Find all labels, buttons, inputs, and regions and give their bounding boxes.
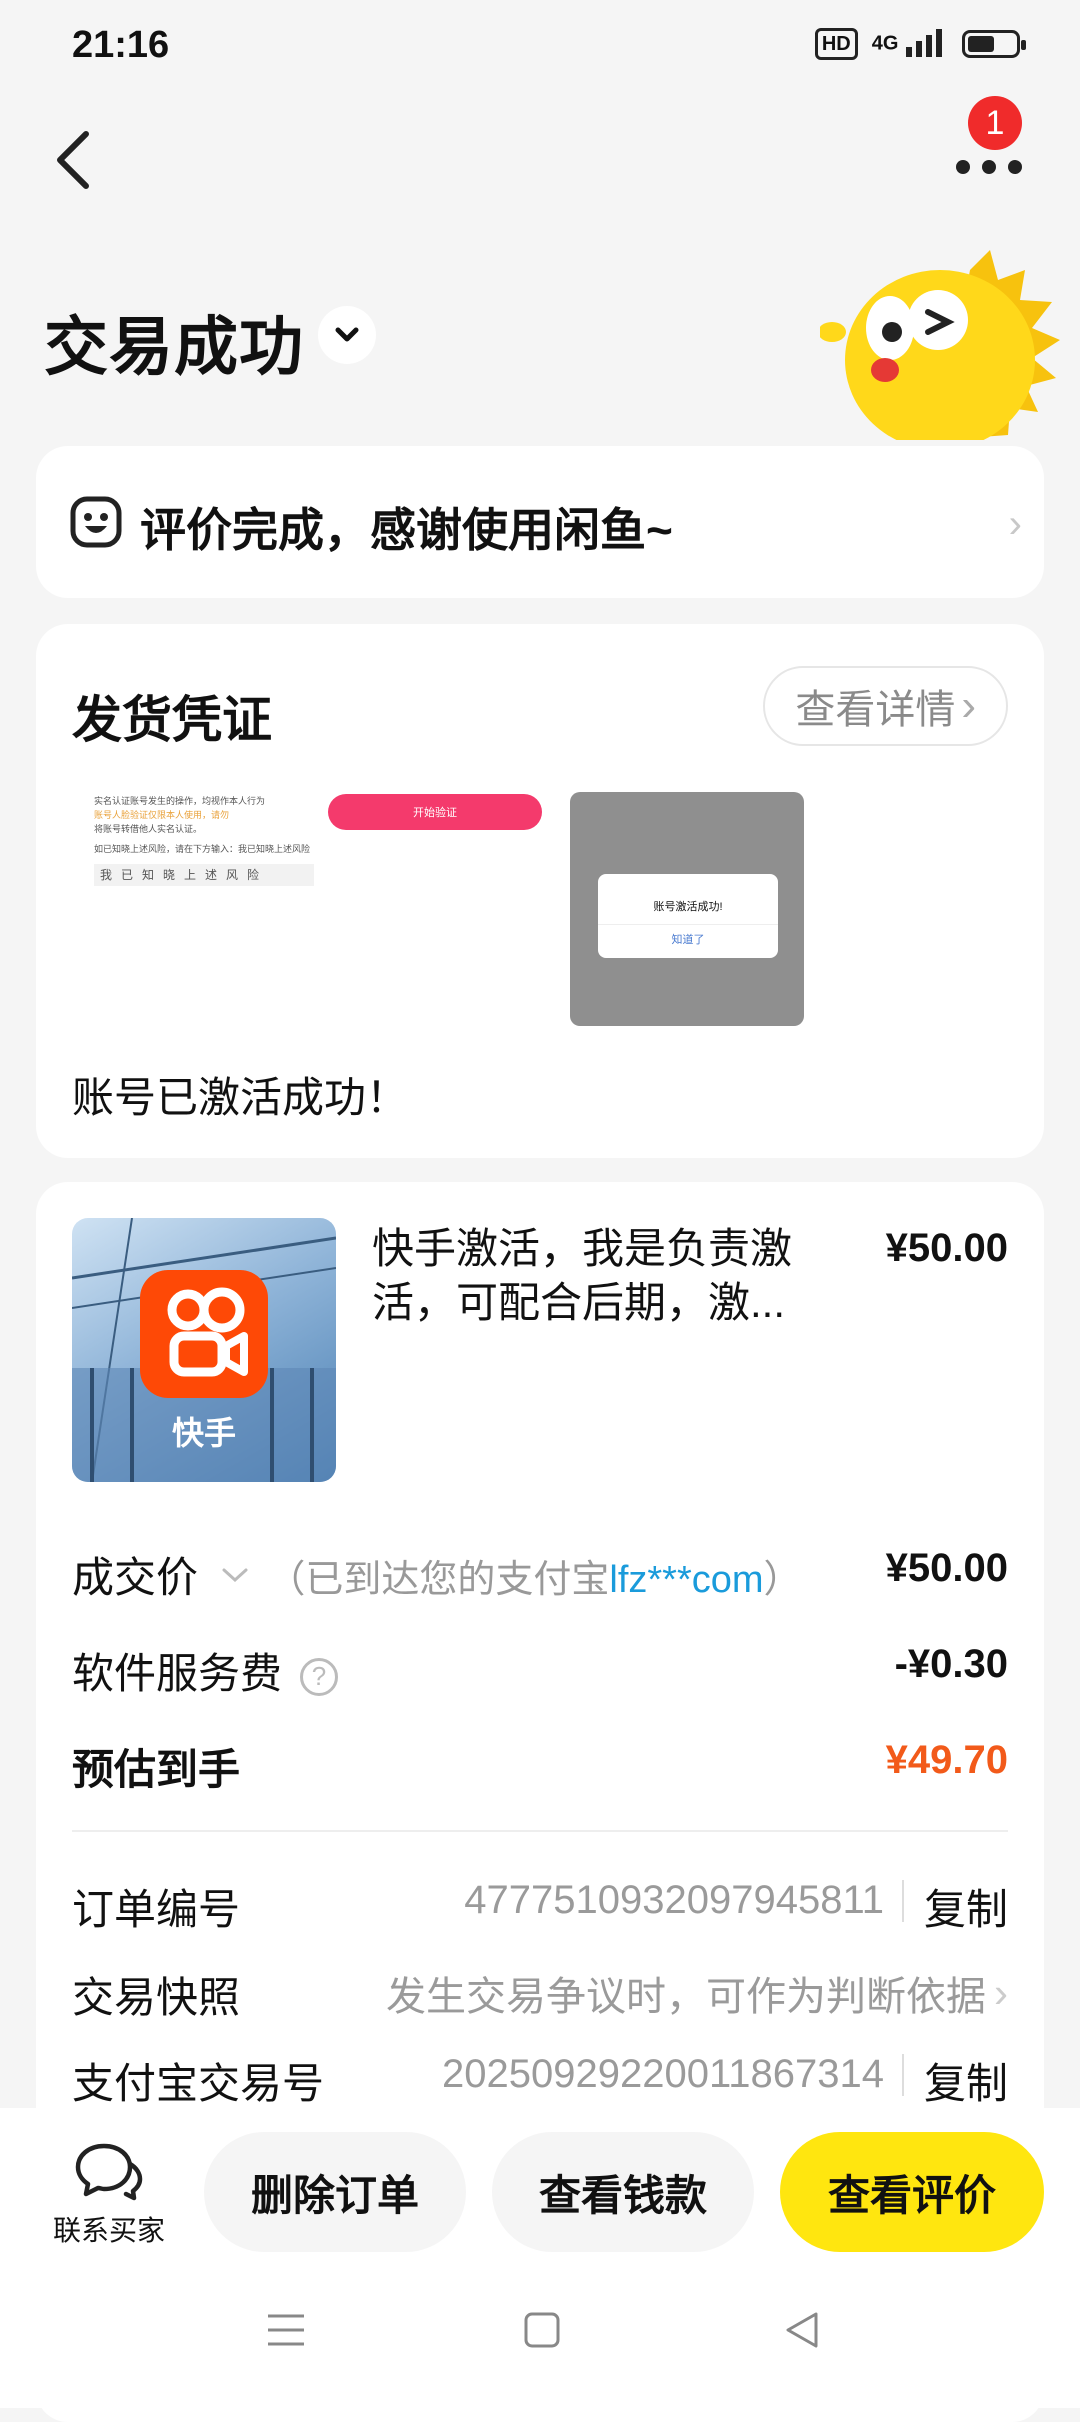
thumb3-dialog: 账号激活成功! 知道了 [598,874,778,958]
more-menu-button[interactable]: 1 [952,96,1022,180]
contact-buyer-label: 联系买家 [52,2215,165,2246]
bottom-action-bar: 联系买家 删除订单 查看钱款 查看评价 [0,2108,1080,2408]
separator [902,1880,904,1922]
home-nav-icon[interactable] [522,2308,562,2352]
deal-note-prefix: （已到达您的支付宝 [267,1559,610,1601]
notification-badge: 1 [968,96,1022,150]
view-details-button[interactable]: 查看详情 › [763,666,1008,746]
chevron-right-icon: › [1008,502,1022,546]
thumb1-line: 账号人脸验证仅限本人使用，请勿 [94,810,230,820]
evaluation-banner[interactable]: 评价完成，感谢使用闲鱼~ › [36,446,1044,598]
status-icons: HD 4G [814,28,1026,60]
product-price: ¥50.00 [885,1226,1008,1270]
estimate-label: 预估到手 [72,1746,241,1793]
chat-icon [75,2143,143,2201]
divider [72,1830,1008,1832]
order-number-label: 订单编号 [72,1886,241,1933]
snapshot-label: 交易快照 [72,1974,241,2021]
deal-price-row: 成交价 （已到达您的支付宝lfz***com） [72,1544,802,1605]
alipay-trade-value: 2025092922001186731​4 [442,2052,884,2096]
alipay-account: lfz***com [609,1559,764,1601]
view-details-label: 查看详情 [795,688,956,732]
thumb3-dialog-button: 知道了 [598,924,778,947]
evaluation-text: 评价完成，感谢使用闲鱼~ [140,504,673,556]
thumb1-chars: 我已知晓上述风险 [94,864,314,886]
product-title[interactable]: 快手激活，我是负责激活，可配合后期，激... [372,1222,842,1330]
delete-order-button[interactable]: 删除订单 [204,2132,466,2252]
copy-order-number-button[interactable]: 复制 [924,1876,1008,1937]
network-type: 4G [871,32,899,55]
kuaishou-logo-icon [140,1270,268,1398]
thumb3-dialog-title: 账号激活成功! [653,901,723,913]
chevron-right-icon: › [994,1969,1008,2016]
page-title: 交易成功 [44,311,304,383]
deal-price-value: ¥50.00 [885,1546,1008,1590]
proof-thumbnail-3[interactable]: 账号激活成功! 知道了 [570,792,804,1026]
deal-note-suffix: ） [763,1559,802,1601]
proof-thumbnail-2[interactable]: 开始验证 [328,794,558,1024]
back-button[interactable] [48,120,108,200]
back-arrow-icon [57,131,89,189]
chevron-down-icon [335,327,359,342]
copy-alipay-number-button[interactable]: 复制 [924,2050,1008,2111]
status-time: 21:16 [72,24,170,66]
separator [902,2054,904,2096]
alipay-trade-label: 支付宝交易号 [72,2060,325,2107]
thumb1-line: 如已知晓上述风险，请在下方输入：我已知晓上述风险 [94,844,311,854]
more-icon [956,160,1022,174]
status-expand-button[interactable] [318,306,376,364]
thumb2-start-button: 开始验证 [328,794,542,830]
thumb1-line: 实名认证账号发生的操作，均视作本人行为 [94,796,266,806]
service-fee-label: 软件服务费 [72,1650,283,1697]
battery-icon [962,30,1026,58]
proof-thumbnail-1[interactable]: 实名认证账号发生的操作，均视作本人行为 账号人脸验证仅限本人使用，请勿 将账号转… [94,794,314,944]
hd-icon: HD [814,28,858,60]
thumb1-line: 将账号转借他人实名认证。 [94,824,203,834]
snapshot-value: 发生交易争议时，可作为判断依据 [386,1975,986,2019]
service-fee-value: -¥0.30 [894,1642,1008,1686]
snapshot-link[interactable]: 发生交易争议时，可作为判断依据 › [386,1964,1008,2022]
chevron-down-icon[interactable] [218,1566,252,1586]
menu-nav-icon[interactable] [264,2308,308,2352]
proof-description: 账号已激活成功！ [72,1074,409,1121]
contact-buyer-button[interactable]: 联系买家 [44,2140,174,2249]
service-fee-row: 软件服务费? [72,1640,339,1701]
view-review-button[interactable]: 查看评价 [780,2132,1044,2252]
delivery-proof-card: 发货凭证 查看详情 › 实名认证账号发生的操作，均视作本人行为 账号人脸验证仅限… [36,624,1044,1158]
back-nav-icon[interactable] [780,2308,824,2352]
estimate-value: ¥49.70 [885,1738,1008,1782]
proof-title: 发货凭证 [72,692,272,748]
view-money-button[interactable]: 查看钱款 [492,2132,754,2252]
help-icon[interactable]: ? [300,1657,339,1696]
signal-icon: 4G [872,29,948,59]
smile-icon [70,496,122,548]
kuaishou-logo-text: 快手 [171,1415,236,1451]
chevron-right-icon: › [961,681,976,730]
product-image[interactable]: 快手 [72,1218,336,1482]
fish-mascot-icon [820,250,1060,440]
order-number-value: 4777510932097945811 [464,1878,884,1922]
deal-price-label: 成交价 [72,1554,199,1601]
